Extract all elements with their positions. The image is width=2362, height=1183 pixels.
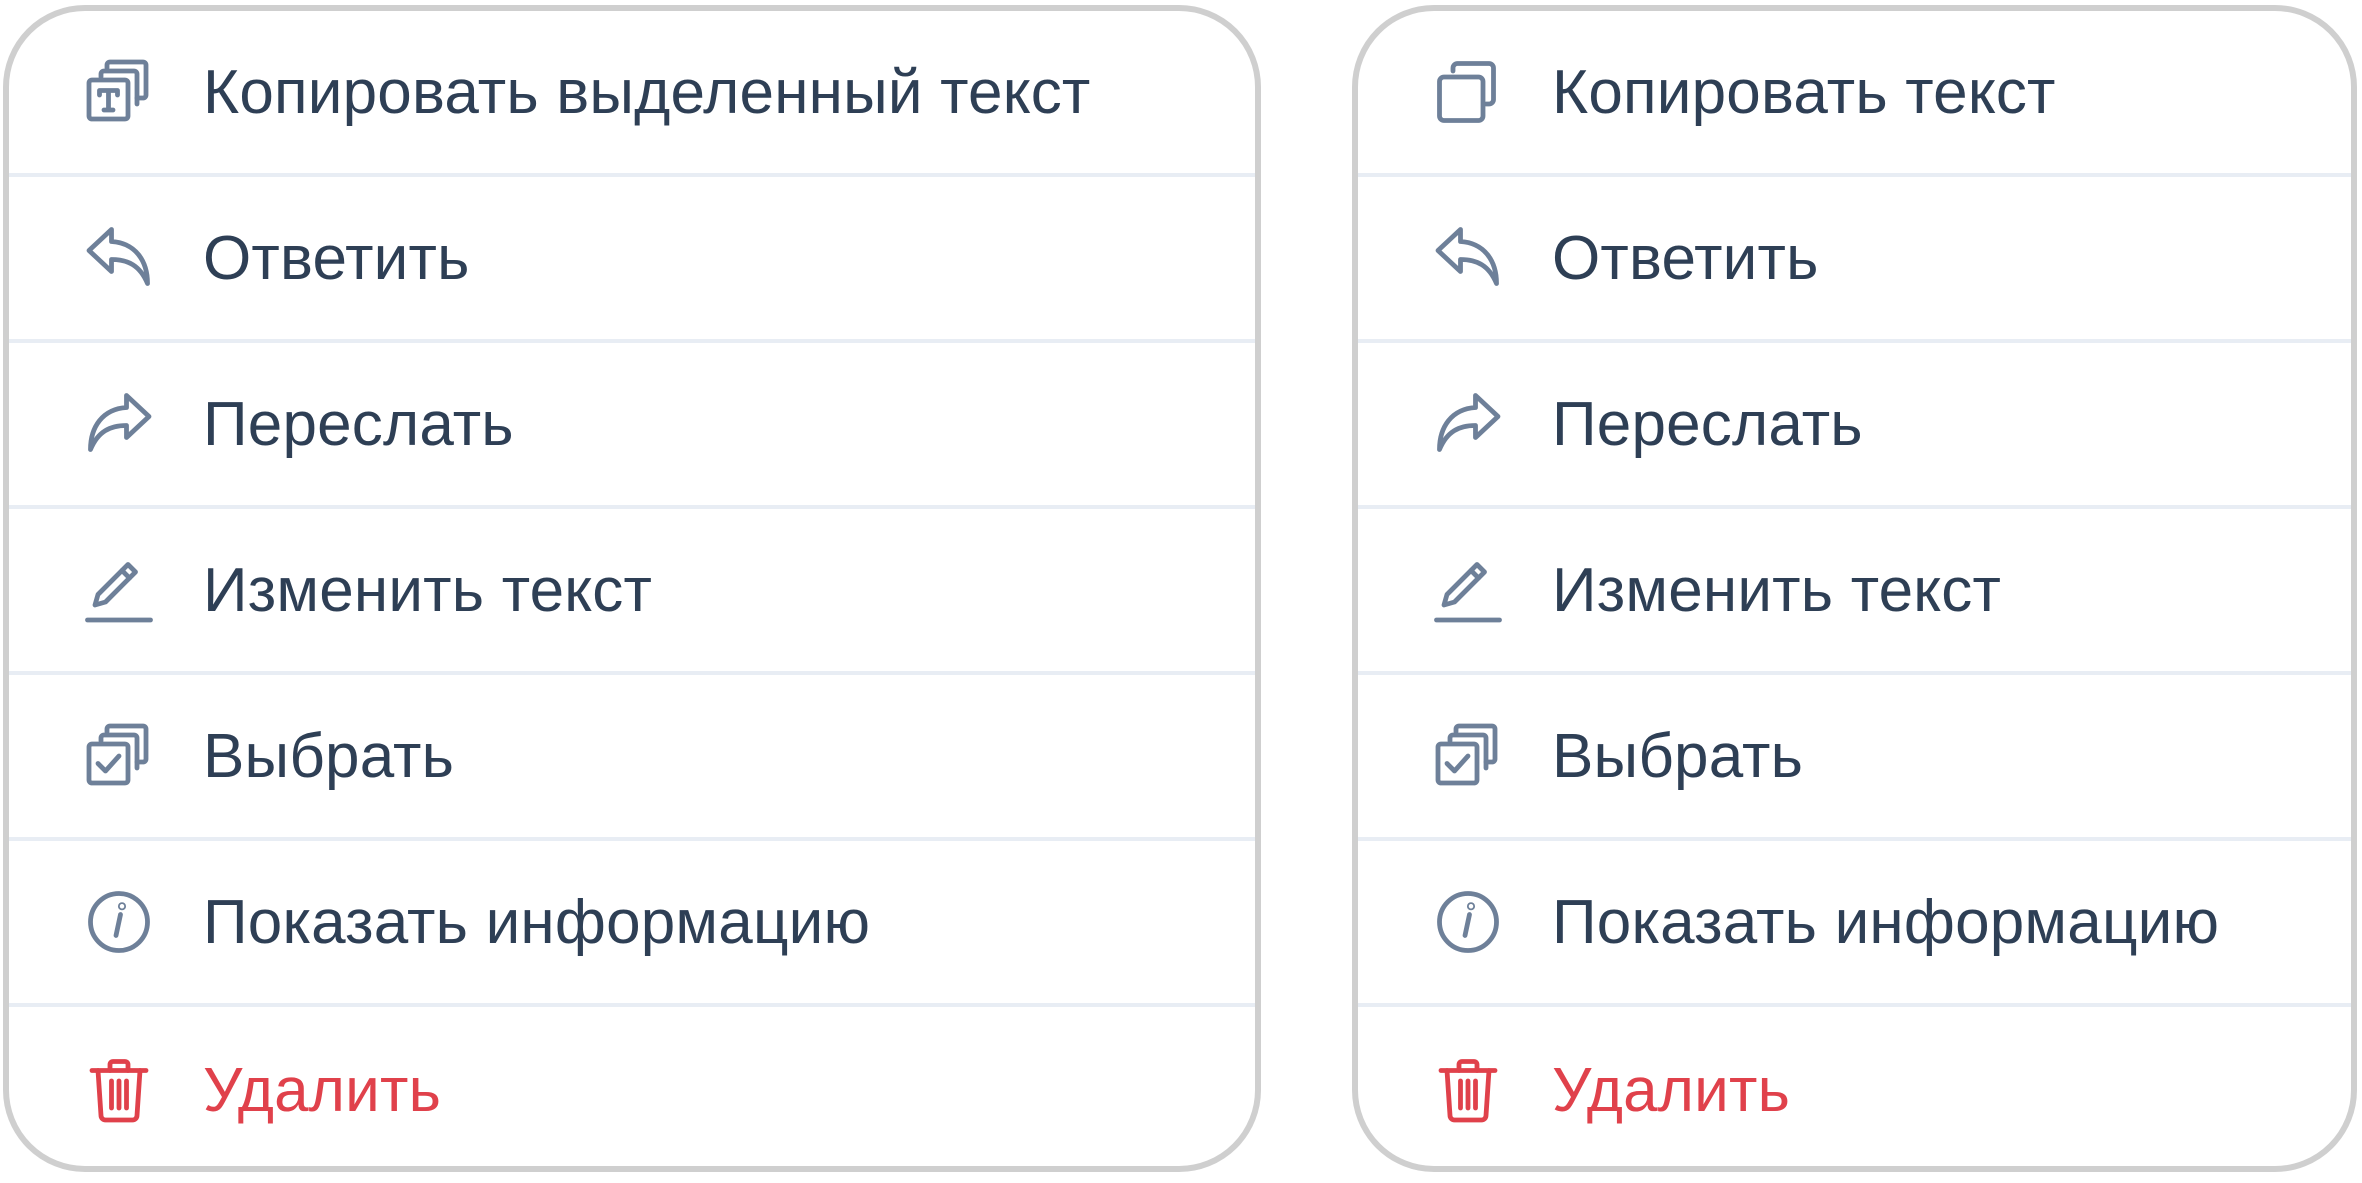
menu-item-label: Выбрать: [1552, 721, 1804, 791]
menu-item-forward[interactable]: Переслать: [9, 343, 1255, 509]
menu-item-copy-selected-text[interactable]: Копировать выделенный текст: [9, 11, 1255, 177]
menu-item-label: Выбрать: [203, 721, 455, 791]
menu-item-copy-text[interactable]: Копировать текст: [1358, 11, 2351, 177]
trash-icon: [83, 1054, 155, 1126]
info-icon: [1432, 886, 1504, 958]
menu-item-label: Показать информацию: [203, 887, 871, 957]
menu-item-label: Копировать выделенный текст: [203, 57, 1091, 127]
menu-item-label: Ответить: [1552, 223, 1819, 293]
menu-item-label: Копировать текст: [1552, 57, 2056, 127]
menu-item-forward[interactable]: Переслать: [1358, 343, 2351, 509]
menu-item-label: Ответить: [203, 223, 470, 293]
menu-item-delete[interactable]: Удалить: [1358, 1007, 2351, 1166]
forward-icon: [1432, 388, 1504, 460]
menu-item-label: Изменить текст: [1552, 555, 2002, 625]
menu-item-show-info[interactable]: Показать информацию: [9, 841, 1255, 1007]
menu-item-label: Переслать: [203, 389, 514, 459]
menu-item-reply[interactable]: Ответить: [1358, 177, 2351, 343]
info-icon: [83, 886, 155, 958]
select-icon: [1432, 720, 1504, 792]
menu-item-label: Показать информацию: [1552, 887, 2220, 957]
menu-item-select[interactable]: Выбрать: [9, 675, 1255, 841]
menu-item-reply[interactable]: Ответить: [9, 177, 1255, 343]
menu-item-show-info[interactable]: Показать информацию: [1358, 841, 2351, 1007]
context-menu-selected-text: Копировать выделенный текст Ответить Пер…: [3, 5, 1261, 1172]
forward-icon: [83, 388, 155, 460]
menu-item-label: Удалить: [1552, 1055, 1791, 1125]
menu-item-edit-text[interactable]: Изменить текст: [9, 509, 1255, 675]
menu-item-select[interactable]: Выбрать: [1358, 675, 2351, 841]
trash-icon: [1432, 1054, 1504, 1126]
reply-icon: [1432, 222, 1504, 294]
copy-text-icon: [83, 56, 155, 128]
menu-item-label: Изменить текст: [203, 555, 653, 625]
edit-icon: [1432, 554, 1504, 626]
menu-item-edit-text[interactable]: Изменить текст: [1358, 509, 2351, 675]
edit-icon: [83, 554, 155, 626]
context-menu-message: Копировать текст Ответить Переслать Изме…: [1352, 5, 2357, 1172]
reply-icon: [83, 222, 155, 294]
copy-icon: [1432, 56, 1504, 128]
menu-item-delete[interactable]: Удалить: [9, 1007, 1255, 1166]
menu-item-label: Переслать: [1552, 389, 1863, 459]
select-icon: [83, 720, 155, 792]
menu-item-label: Удалить: [203, 1055, 442, 1125]
